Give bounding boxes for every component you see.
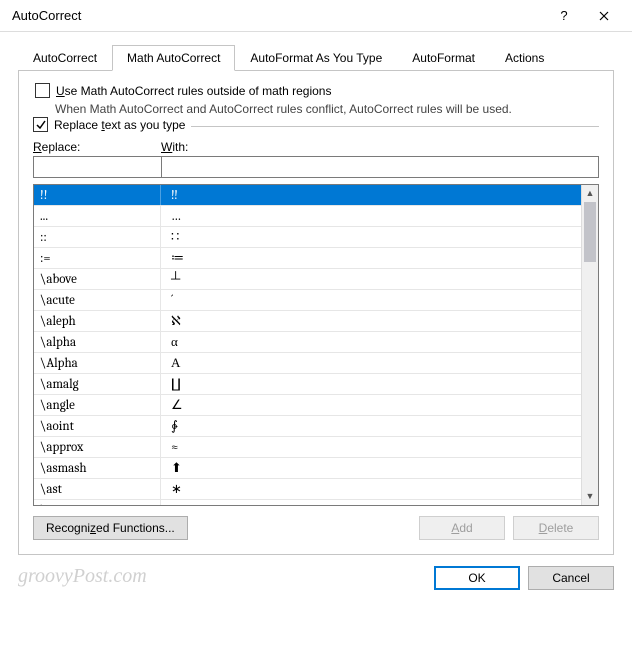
replace-as-type-label: Replace text as you type xyxy=(54,118,185,132)
list-item-replace: \above xyxy=(34,269,161,289)
list-item-with: ∗ xyxy=(161,479,581,499)
list-item-with: ≔ xyxy=(161,248,581,268)
input-pair xyxy=(33,156,599,178)
list-item-with: ┴ xyxy=(161,269,581,289)
list-item-with: ≈ xyxy=(161,437,581,457)
list-item[interactable]: \alephℵ xyxy=(34,311,581,332)
list-item[interactable]: !!‼ xyxy=(34,185,581,206)
scroll-thumb[interactable] xyxy=(584,202,596,262)
with-label: With: xyxy=(161,140,188,154)
list-item[interactable]: \ast∗ xyxy=(34,479,581,500)
list-item[interactable]: \aoint∳ xyxy=(34,416,581,437)
scrollbar[interactable]: ▲ ▼ xyxy=(581,185,598,505)
list-item-with: α xyxy=(161,332,581,352)
list-item-replace: !! xyxy=(34,185,161,205)
list-item-replace: :: xyxy=(34,227,161,247)
list-item-with: ≍ xyxy=(161,500,581,505)
replace-fieldset: Replace text as you type Replace: With: … xyxy=(33,126,599,540)
list-item[interactable]: ::∷ xyxy=(34,227,581,248)
list-item-replace: \aleph xyxy=(34,311,161,331)
tab-math-autocorrect[interactable]: Math AutoCorrect xyxy=(112,45,235,71)
list-item-with: ∳ xyxy=(161,416,581,436)
list-item[interactable]: \alphaα xyxy=(34,332,581,353)
watermark: groovyPost.com xyxy=(18,565,426,590)
tab-panel: Use Math AutoCorrect rules outside of ma… xyxy=(18,70,614,555)
tab-strip: AutoCorrect Math AutoCorrect AutoFormat … xyxy=(18,45,614,71)
list-item-replace: \angle xyxy=(34,395,161,415)
list-item-with: ∠ xyxy=(161,395,581,415)
list-item-with: ∷ xyxy=(161,227,581,247)
list-item-replace: := xyxy=(34,248,161,268)
tab-autoformat-as-you-type[interactable]: AutoFormat As You Type xyxy=(235,45,397,71)
replace-input[interactable] xyxy=(34,157,161,177)
replace-label: Replace: xyxy=(33,140,161,154)
list-item[interactable]: ...… xyxy=(34,206,581,227)
ok-button[interactable]: OK xyxy=(434,566,520,590)
conflict-note: When Math AutoCorrect and AutoCorrect ru… xyxy=(55,102,599,116)
close-icon xyxy=(599,11,609,21)
list-item[interactable]: \angle∠ xyxy=(34,395,581,416)
help-button[interactable]: ? xyxy=(544,0,584,32)
list-item-with: ℵ xyxy=(161,311,581,331)
use-outside-label: Use Math AutoCorrect rules outside of ma… xyxy=(56,84,331,98)
cancel-button[interactable]: Cancel xyxy=(528,566,614,590)
list-item[interactable]: \amalg∐ xyxy=(34,374,581,395)
list-item-replace: \Alpha xyxy=(34,353,161,373)
list-item[interactable]: \AlphaΑ xyxy=(34,353,581,374)
list-item-with: ‼ xyxy=(161,185,581,205)
scroll-up-arrow[interactable]: ▲ xyxy=(582,185,598,202)
tab-autocorrect[interactable]: AutoCorrect xyxy=(18,45,112,71)
close-button[interactable] xyxy=(584,0,624,32)
list-item[interactable]: \asmash⬆ xyxy=(34,458,581,479)
list-item[interactable]: \above┴ xyxy=(34,269,581,290)
entries-list: !!‼...…::∷:=≔\above┴\acute´\alephℵ\alpha… xyxy=(33,184,599,506)
window-title: AutoCorrect xyxy=(12,8,544,23)
list-item-replace: \ast xyxy=(34,479,161,499)
list-item-replace: \alpha xyxy=(34,332,161,352)
titlebar: AutoCorrect ? xyxy=(0,0,632,32)
tab-autoformat[interactable]: AutoFormat xyxy=(397,45,490,71)
list-item-replace: \amalg xyxy=(34,374,161,394)
entries-list-body[interactable]: !!‼...…::∷:=≔\above┴\acute´\alephℵ\alpha… xyxy=(34,185,581,505)
list-item-with: Α xyxy=(161,353,581,373)
replace-as-type-checkbox[interactable] xyxy=(33,117,48,132)
list-item-with: ∐ xyxy=(161,374,581,394)
list-item-replace: \approx xyxy=(34,437,161,457)
list-item[interactable]: \acute´ xyxy=(34,290,581,311)
list-item-replace: \acute xyxy=(34,290,161,310)
list-item-replace: ... xyxy=(34,206,161,226)
scroll-track[interactable] xyxy=(582,202,598,488)
add-button[interactable]: Add xyxy=(419,516,505,540)
list-item[interactable]: \approx≈ xyxy=(34,437,581,458)
list-item-replace: \asmash xyxy=(34,458,161,478)
scroll-down-arrow[interactable]: ▼ xyxy=(582,488,598,505)
with-input[interactable] xyxy=(162,157,598,177)
recognized-functions-button[interactable]: Recognized Functions... xyxy=(33,516,188,540)
list-item-with: … xyxy=(161,206,581,226)
use-outside-checkbox[interactable] xyxy=(35,83,50,98)
list-item[interactable]: \asymp≍ xyxy=(34,500,581,505)
list-item-with: ´ xyxy=(161,290,581,310)
list-item-replace: \asymp xyxy=(34,500,161,505)
tab-actions[interactable]: Actions xyxy=(490,45,559,71)
list-item-replace: \aoint xyxy=(34,416,161,436)
delete-button[interactable]: Delete xyxy=(513,516,599,540)
list-item-with: ⬆ xyxy=(161,458,581,478)
list-item[interactable]: :=≔ xyxy=(34,248,581,269)
